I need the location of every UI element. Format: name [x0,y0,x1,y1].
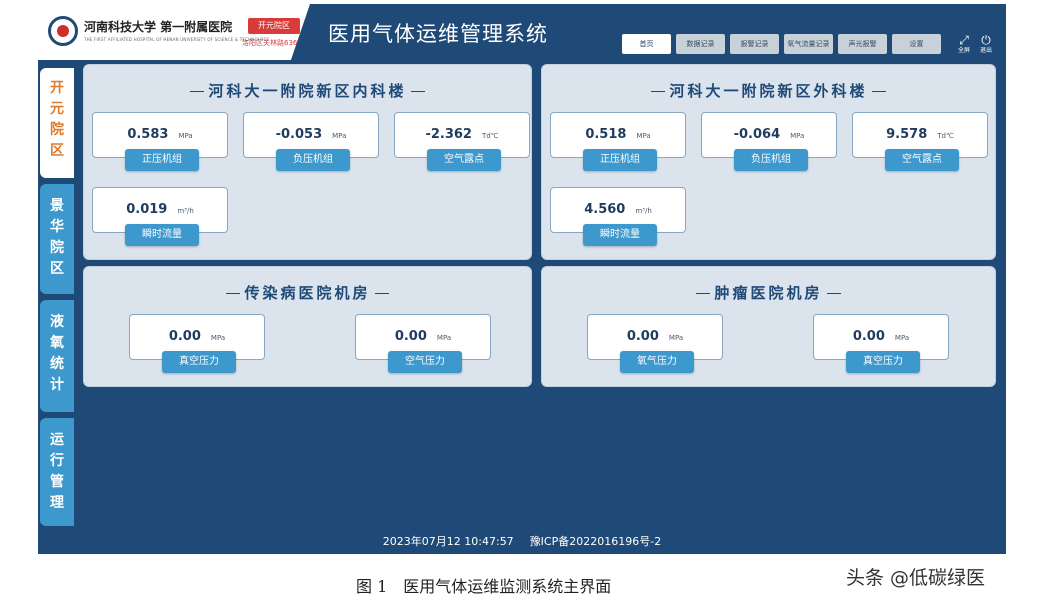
reading-value: 0.00 [168,329,201,344]
vacuum-pressure-button[interactable]: 真空压力 [162,351,236,373]
reading-unit: MPa [636,132,651,140]
footer-datetime: 2023年07月12 10:47:57 [382,535,514,548]
fullscreen-label: 全屏 [957,47,970,54]
hospital-name: 河南科技大学 第一附属医院 [84,20,233,34]
reading-value: 0.00 [394,329,427,344]
reading-card: 0.00 MPa 空气压力 [355,314,491,373]
nav-settings[interactable]: 设置 [892,34,941,54]
instant-flow-button[interactable]: 瞬时流量 [125,224,199,246]
reading-unit: m³/h [177,207,194,215]
air-dew-point-button[interactable]: 空气露点 [885,149,959,171]
watermark: 头条 @低碳绿医 [846,567,986,589]
system-title: 医用气体运维管理系统 [328,22,548,46]
panel-title-text: 河科大一附院新区外科楼 [669,82,868,100]
panel-title-text: 肿瘤医院机房 [714,284,823,302]
panel-title-text: 传染病医院机房 [244,284,371,302]
reading-value: 0.00 [626,329,659,344]
reading-value: 4.560 [584,202,626,217]
reading-card: 0.019 m³/h 瞬时流量 [92,187,228,246]
sidebar-tab-label: 开元院区 [50,80,64,159]
reading-value: -2.362 [425,127,472,142]
sidebar-tab-kaiyuan[interactable]: 开元院区 [40,68,74,178]
footer-icp[interactable]: 豫ICP备2022016196号-2 [530,535,662,548]
reading-unit: MPa [210,334,226,342]
sidebar-tab-label: 景华院区 [50,198,64,277]
negative-pressure-unit-button[interactable]: 负压机组 [734,149,808,171]
reading-unit: MPa [436,334,452,342]
panel-surgery: 河科大一附院新区外科楼 0.518 MPa 正压机组 -0.064 MPa 负压机组… [541,64,996,260]
reading-card: 0.583 MPa 正压机组 [92,112,228,171]
reading-unit: MPa [790,132,805,140]
reading-unit: Td℃ [481,132,499,140]
power-icon: ⏻ [981,33,991,47]
reading-card: 0.00 MPa 真空压力 [813,314,949,373]
reading-unit: MPa [894,334,910,342]
hospital-seal-icon [48,16,78,46]
reading-card: -0.064 MPa 负压机组 [701,112,837,171]
reading-value: 0.518 [585,127,627,142]
logout-label: 退出 [979,47,992,54]
reading-value: -0.053 [275,127,323,142]
reading-unit: m³/h [635,207,652,215]
nav-sound-light-alarm[interactable]: 声光报警 [838,34,887,54]
oxygen-pressure-button[interactable]: 氧气压力 [620,351,694,373]
positive-pressure-unit-button[interactable]: 正压机组 [583,149,657,171]
nav-oxygen-flow-records[interactable]: 氧气流量记录 [784,34,833,54]
reading-card: 0.00 MPa 真空压力 [129,314,265,373]
sidebar-tab-label: 运行管理 [50,432,64,511]
reading-card: 0.518 MPa 正压机组 [550,112,686,171]
sidebar-tab-jinghua[interactable]: 景华院区 [40,184,74,294]
nav-data-records[interactable]: 数据记录 [676,34,725,54]
vacuum-pressure-button[interactable]: 真空压力 [846,351,920,373]
reading-card: 0.00 MPa 氧气压力 [587,314,723,373]
nav-home[interactable]: 首页 [622,34,671,54]
panel-title-text: 河科大一附院新区内科楼 [208,82,407,100]
campus-badge: 开元院区 [248,18,300,34]
reading-card: 9.578 Td℃ 空气露点 [852,112,988,171]
logout-button[interactable]: ⏻ 退出 [975,34,997,55]
panel-title: 河科大一附院新区内科楼 [84,80,531,101]
reading-value: 0.583 [127,127,169,142]
positive-pressure-unit-button[interactable]: 正压机组 [125,149,199,171]
sidebar-tab-label: 液氧统计 [50,314,64,393]
air-dew-point-button[interactable]: 空气露点 [427,149,501,171]
fullscreen-button[interactable]: ⤢ 全屏 [953,34,975,55]
reading-unit: MPa [668,334,684,342]
panel-title: 肿瘤医院机房 [542,282,995,303]
panel-title: 传染病医院机房 [84,282,531,303]
reading-unit: MPa [178,132,193,140]
footer: 2023年07月12 10:47:57 豫ICP备2022016196号-2 [38,530,1006,554]
reading-card: -2.362 Td℃ 空气露点 [394,112,530,171]
header: 河南科技大学 第一附属医院 THE FIRST AFFILIATED HOSPI… [38,4,1006,60]
panel-internal-medicine: 河科大一附院新区内科楼 0.583 MPa 正压机组 -0.053 MPa 负压机组… [83,64,532,260]
reading-value: 0.019 [126,202,168,217]
sidebar-tab-operations[interactable]: 运行管理 [40,418,74,526]
reading-value: 9.578 [886,127,928,142]
fullscreen-icon: ⤢ [959,33,969,47]
reading-value: -0.064 [733,127,781,142]
panel-infectious-disease: 传染病医院机房 0.00 MPa 真空压力 0.00 MPa 空气压力 [83,266,532,387]
instant-flow-button[interactable]: 瞬时流量 [583,224,657,246]
nav-alarm-records[interactable]: 报警记录 [730,34,779,54]
top-nav: 首页 数据记录 报警记录 氧气流量记录 声光报警 设置 [622,34,941,54]
reading-unit: Td℃ [937,132,954,140]
reading-value: 0.00 [852,329,885,344]
figure-caption: 图 1 医用气体运维监测系统主界面 [356,577,612,596]
reading-unit: MPa [332,132,347,140]
campus-address: 洛阳区关林路636号 [242,39,305,47]
hospital-logo-area: 河南科技大学 第一附属医院 THE FIRST AFFILIATED HOSPI… [38,4,310,60]
reading-card: 4.560 m³/h 瞬时流量 [550,187,686,246]
reading-card: -0.053 MPa 负压机组 [243,112,379,171]
negative-pressure-unit-button[interactable]: 负压机组 [276,149,350,171]
sidebar: 开元院区 景华院区 液氧统计 运行管理 [38,60,74,530]
panel-tumor-hospital: 肿瘤医院机房 0.00 MPa 氧气压力 0.00 MPa 真空压力 [541,266,996,387]
air-pressure-button[interactable]: 空气压力 [388,351,462,373]
panel-title: 河科大一附院新区外科楼 [542,80,995,101]
sidebar-tab-liquid-oxygen[interactable]: 液氧统计 [40,300,74,412]
app-window: 河南科技大学 第一附属医院 THE FIRST AFFILIATED HOSPI… [38,4,1006,554]
